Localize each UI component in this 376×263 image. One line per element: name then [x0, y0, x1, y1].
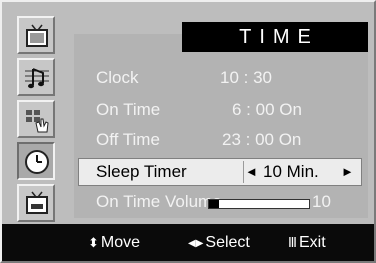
footer-help-bar: ⬍ Move ◀▶ Select Ⅲ Exit [2, 224, 374, 261]
on-time-volume-row[interactable]: On Time Volume 10 [78, 188, 366, 216]
clock-label: Clock [96, 68, 139, 87]
off-time-label: Off Time [96, 130, 160, 149]
left-arrow-icon[interactable]: ◄ [245, 164, 258, 179]
setup-tv-icon [26, 191, 48, 214]
sleep-timer-divider [243, 161, 244, 183]
sidebar [10, 10, 72, 222]
right-arrow-icon[interactable]: ► [341, 164, 354, 179]
setup-menu-button[interactable] [17, 184, 55, 222]
on-time-volume-value: 10 [312, 192, 331, 211]
channel-menu-button[interactable] [17, 100, 55, 138]
music-note-icon [25, 68, 49, 89]
tv-picture-icon [26, 24, 48, 47]
on-time-label: On Time [96, 100, 161, 119]
on-time-row[interactable]: On Time 6 : 00 On [78, 96, 366, 124]
volume-bar[interactable] [208, 199, 310, 209]
off-time-value: 23 : 00 On [222, 130, 302, 149]
select-hint: ◀▶ Select [188, 234, 250, 252]
osd-menu: TIME Clock 10 : 30 On Time 6 : 00 On Off… [0, 0, 376, 263]
sleep-timer-row[interactable]: Sleep Timer ◄ 10 Min. ► [78, 158, 362, 186]
exit-label: Exit [298, 234, 326, 251]
off-time-row[interactable]: Off Time 23 : 00 On [78, 126, 366, 154]
select-label: Select [205, 234, 250, 251]
channel-hand-icon [26, 110, 49, 133]
updown-arrows-icon: ⬍ [88, 235, 99, 250]
sound-menu-button[interactable] [17, 58, 55, 96]
menu-icon: Ⅲ [288, 235, 297, 250]
menu-title: TIME [182, 22, 368, 52]
clock-row[interactable]: Clock 10 : 30 [78, 64, 366, 92]
leftright-arrows-icon: ◀▶ [188, 237, 204, 249]
clock-value: 10 : 30 [220, 68, 272, 87]
clock-icon [25, 150, 49, 174]
move-hint: ⬍ Move [88, 234, 140, 252]
volume-bar-fill [209, 200, 219, 208]
sleep-timer-label: Sleep Timer [96, 162, 187, 181]
on-time-value: 6 : 00 On [232, 100, 302, 119]
picture-menu-button[interactable] [17, 16, 55, 54]
on-time-volume-label: On Time Volume [96, 192, 222, 211]
move-label: Move [100, 234, 141, 251]
time-menu-button[interactable] [17, 142, 55, 180]
exit-hint: Ⅲ Exit [288, 234, 326, 252]
sleep-timer-value: 10 Min. [263, 162, 319, 181]
